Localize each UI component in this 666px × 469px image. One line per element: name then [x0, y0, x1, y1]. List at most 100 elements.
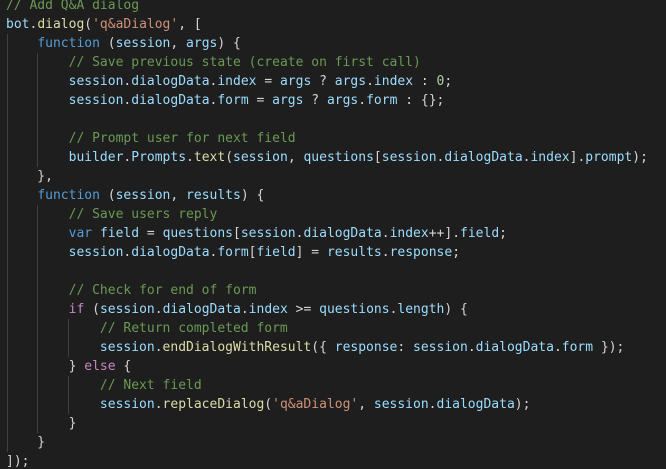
code-token: ?	[303, 93, 327, 108]
code-token: // Check for end of form	[68, 283, 257, 298]
code-token: [	[233, 226, 241, 241]
code-line[interactable]: if (session.dialogData.index >= question…	[6, 300, 468, 319]
code-token: .	[381, 245, 390, 260]
code-line[interactable]: // Return completed form	[6, 319, 288, 338]
code-token: );	[514, 397, 531, 412]
code-token: ,	[170, 188, 187, 203]
code-token: questions	[319, 302, 390, 317]
code-token: session	[373, 397, 429, 412]
code-editor[interactable]: // Add Q&A dialog bot.dialog('q&aDialog',…	[0, 0, 666, 469]
code-token: 'q&aDialog'	[272, 397, 359, 412]
code-line[interactable]: session.dialogData.index = args ? args.i…	[6, 72, 453, 91]
code-line[interactable]: // Next field	[6, 376, 202, 395]
code-token: (	[264, 397, 273, 412]
code-token: ]);	[6, 454, 30, 469]
code-token: }	[6, 435, 46, 450]
code-token: =	[139, 226, 163, 241]
code-token: : {};	[397, 93, 445, 108]
code-token: dialogData	[303, 226, 382, 241]
code-token: (	[99, 36, 116, 51]
code-token: args	[326, 93, 359, 108]
code-line[interactable]: session.dialogData.form = args ? args.fo…	[6, 91, 445, 110]
code-line[interactable]: // Save previous state (create on first …	[6, 53, 421, 72]
code-token: dialogData	[475, 340, 554, 355]
code-line[interactable]: },	[6, 167, 53, 186]
code-token: length	[397, 302, 445, 317]
code-token: session	[68, 74, 124, 89]
code-token: Prompts	[131, 150, 187, 165]
code-token: ++].	[428, 226, 461, 241]
code-token: },	[6, 169, 53, 184]
code-token: questions	[162, 226, 234, 241]
code-line[interactable]: session.replaceDialog('q&aDialog', sessi…	[6, 395, 531, 414]
code-token: });	[593, 340, 625, 355]
code-line[interactable]: session.endDialogWithResult({ response: …	[6, 338, 624, 357]
code-token: :	[413, 74, 437, 89]
code-token: var	[68, 226, 93, 241]
code-line[interactable]: // Add Q&A dialog	[6, 0, 139, 15]
code-token: session	[413, 340, 468, 355]
code-token: .	[154, 302, 163, 317]
code-token: dialogData	[444, 150, 523, 165]
code-token: [	[248, 245, 257, 260]
code-token: .	[186, 150, 194, 165]
code-token: field	[99, 226, 140, 241]
code-line[interactable]: // Check for end of form	[6, 281, 257, 300]
code-line[interactable]: }	[6, 414, 77, 433]
code-token: index	[373, 74, 414, 89]
code-token: session	[99, 302, 155, 317]
code-token: args	[334, 74, 367, 89]
code-token: (	[225, 150, 234, 165]
code-token: ;	[499, 226, 507, 241]
code-token: replaceDialog	[162, 397, 265, 412]
code-token: (	[99, 188, 116, 203]
code-line[interactable]: } else {	[6, 357, 132, 376]
code-line[interactable]: session.dialogData.form[field] = results…	[6, 243, 460, 262]
code-line[interactable]: var field = questions[session.dialogData…	[6, 224, 507, 243]
code-line[interactable]: builder.Prompts.text(session, questions[…	[6, 148, 648, 167]
code-token: // Save users reply	[68, 207, 218, 222]
code-token: , [	[178, 17, 202, 32]
code-token: ].	[569, 150, 586, 165]
code-token: form	[217, 93, 249, 108]
code-token: index	[389, 226, 429, 241]
code-token: session	[68, 245, 124, 260]
code-token: // Next field	[99, 378, 202, 393]
code-token: .	[428, 397, 437, 412]
code-token: session	[99, 340, 155, 355]
code-line[interactable]: function (session, args) {	[6, 34, 241, 53]
code-token: dialogData	[131, 74, 210, 89]
code-token: session	[381, 150, 437, 165]
code-token: field	[460, 226, 500, 241]
code-token: .	[240, 302, 249, 317]
code-line[interactable]: function (session, results) {	[6, 186, 264, 205]
code-token: // Add Q&A dialog	[6, 0, 140, 13]
code-line[interactable]: // Prompt user for next field	[6, 129, 296, 148]
code-token: text	[193, 150, 226, 165]
code-token: if	[68, 302, 85, 317]
code-line[interactable]: // Save users reply	[6, 205, 218, 224]
code-token: .	[154, 340, 163, 355]
code-line[interactable]: }	[6, 433, 45, 452]
code-token: );	[632, 150, 648, 165]
code-line[interactable]: ]);	[6, 452, 29, 469]
code-token: ) {	[217, 36, 241, 51]
code-token: args	[272, 93, 304, 108]
code-line[interactable]: bot.dialog('q&aDialog', [	[6, 15, 202, 34]
code-token: .	[553, 340, 562, 355]
code-token: prompt	[585, 150, 633, 165]
code-token: .	[358, 93, 367, 108]
code-token: .	[366, 74, 374, 89]
code-token: .	[154, 397, 163, 412]
